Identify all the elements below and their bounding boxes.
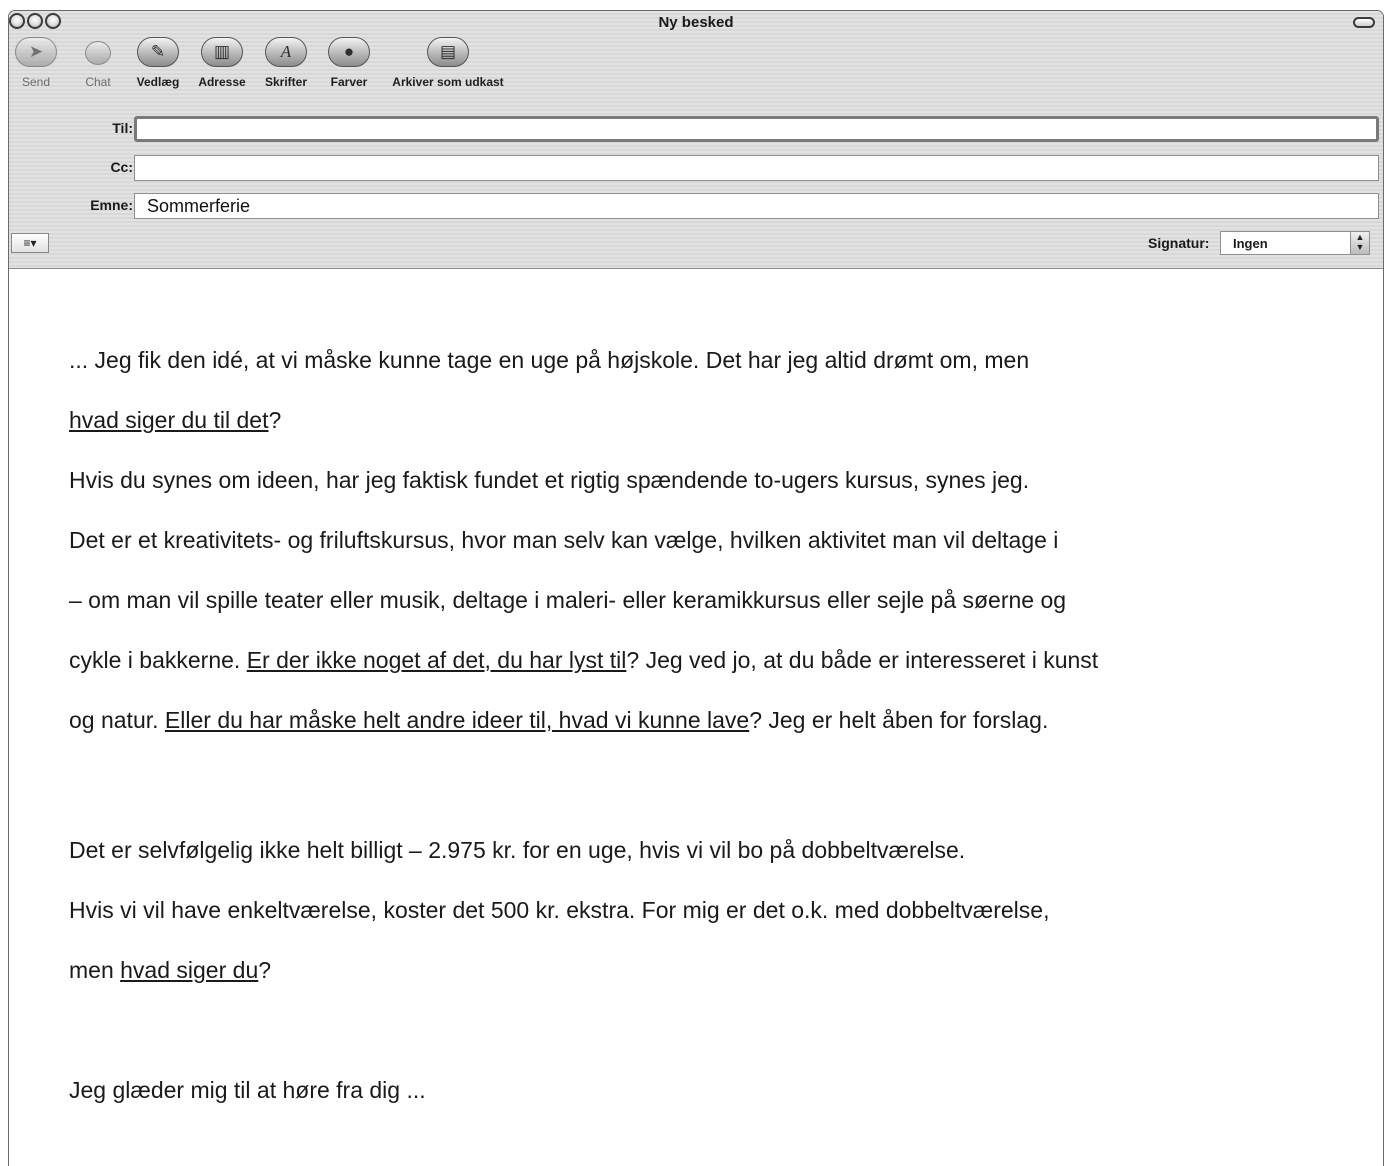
- colors-icon: ●: [328, 37, 370, 67]
- signature-label: Signatur:: [1148, 235, 1210, 251]
- message-line: Det er selvfølgelig ikke helt billigt – …: [69, 837, 966, 863]
- signature-value: Ingen: [1233, 236, 1268, 251]
- colors-button[interactable]: ● Farver: [321, 37, 377, 89]
- underlined-phrase: Er der ikke noget af det, du har lyst ti…: [246, 647, 627, 673]
- to-label: Til:: [112, 120, 133, 136]
- underlined-phrase: hvad siger du: [120, 957, 259, 983]
- fonts-icon: A: [265, 37, 307, 67]
- mail-compose-window: Ny besked ➤ Send Chat ✎ Vedlæg ▥ Adresse…: [8, 10, 1384, 1166]
- message-line: – om man vil spille teater eller musik, …: [69, 587, 1067, 613]
- cc-field[interactable]: [134, 155, 1379, 181]
- address-label: Adresse: [198, 75, 246, 89]
- window-title: Ny besked: [658, 14, 734, 31]
- line-text: men: [69, 957, 121, 983]
- underlined-phrase: Eller du har måske helt andre ideer til,…: [164, 707, 750, 733]
- header-options-button[interactable]: ≡▾: [11, 233, 49, 253]
- chat-label: Chat: [85, 75, 111, 89]
- save-draft-button[interactable]: ▤ Arkiver som udkast: [385, 37, 511, 89]
- line-text: ? Jeg er helt åben for forslag.: [749, 707, 1049, 733]
- subject-row: Emne:: [9, 191, 1383, 221]
- title-bar: Ny besked: [9, 11, 1383, 35]
- subject-label: Emne:: [90, 197, 133, 213]
- address-button[interactable]: ▥ Adresse: [192, 37, 252, 89]
- message-line: Hvis vi vil have enkeltværelse, koster d…: [69, 897, 1050, 923]
- message-line: cykle i bakkerne. Er der ikke noget af d…: [69, 647, 1098, 674]
- subject-field[interactable]: [134, 193, 1379, 219]
- message-line: hvad siger du til det?: [69, 407, 281, 434]
- save-draft-label: Arkiver som udkast: [392, 75, 504, 89]
- line-text: ?: [258, 957, 272, 983]
- message-line: Det er et kreativitets- og friluftskursu…: [69, 527, 1059, 553]
- line-text: cykle i bakkerne.: [69, 647, 247, 673]
- to-field[interactable]: [134, 116, 1379, 142]
- send-button[interactable]: ➤ Send: [9, 37, 63, 89]
- address-book-icon: ▥: [201, 37, 243, 67]
- toolbar: ➤ Send Chat ✎ Vedlæg ▥ Adresse A Skrifte…: [9, 37, 1383, 99]
- fonts-label: Skrifter: [264, 75, 308, 89]
- to-row: Til:: [9, 114, 1383, 144]
- colors-label: Farver: [330, 75, 368, 89]
- send-icon: ➤: [15, 37, 57, 67]
- line-text: og natur.: [69, 707, 165, 733]
- save-draft-icon: ▤: [427, 37, 469, 67]
- window-chrome: Ny besked ➤ Send Chat ✎ Vedlæg ▥ Adresse…: [9, 11, 1383, 269]
- line-text: ? Jeg ved jo, at du både er interesseret…: [626, 647, 1099, 673]
- signature-select[interactable]: Ingen ▲ ▼: [1220, 231, 1370, 255]
- message-line: og natur. Eller du har måske helt andre …: [69, 707, 1048, 734]
- message-line: Hvis du synes om ideen, har jeg faktisk …: [69, 467, 1030, 493]
- send-label: Send: [21, 75, 51, 89]
- toolbar-toggle-icon[interactable]: [1353, 17, 1375, 28]
- attach-button[interactable]: ✎ Vedlæg: [129, 37, 187, 89]
- chat-icon: [85, 41, 111, 65]
- message-line: Jeg glæder mig til at høre fra dig ...: [69, 1077, 426, 1103]
- paperclip-icon: ✎: [137, 37, 179, 67]
- message-line: men hvad siger du?: [69, 957, 271, 984]
- fonts-button[interactable]: A Skrifter: [256, 37, 316, 89]
- attach-label: Vedlæg: [136, 75, 180, 89]
- line-text: ?: [268, 407, 282, 433]
- chat-button[interactable]: Chat: [71, 37, 125, 89]
- cc-label: Cc:: [110, 159, 133, 175]
- message-line: ... Jeg fik den idé, at vi måske kunne t…: [69, 347, 1030, 373]
- updown-arrows-icon: ▲ ▼: [1350, 232, 1369, 254]
- cc-row: Cc:: [9, 153, 1383, 183]
- list-menu-icon: ≡▾: [23, 236, 37, 250]
- underlined-phrase: hvad siger du til det: [69, 407, 269, 433]
- message-body[interactable]: ... Jeg fik den idé, at vi måske kunne t…: [9, 269, 1383, 1166]
